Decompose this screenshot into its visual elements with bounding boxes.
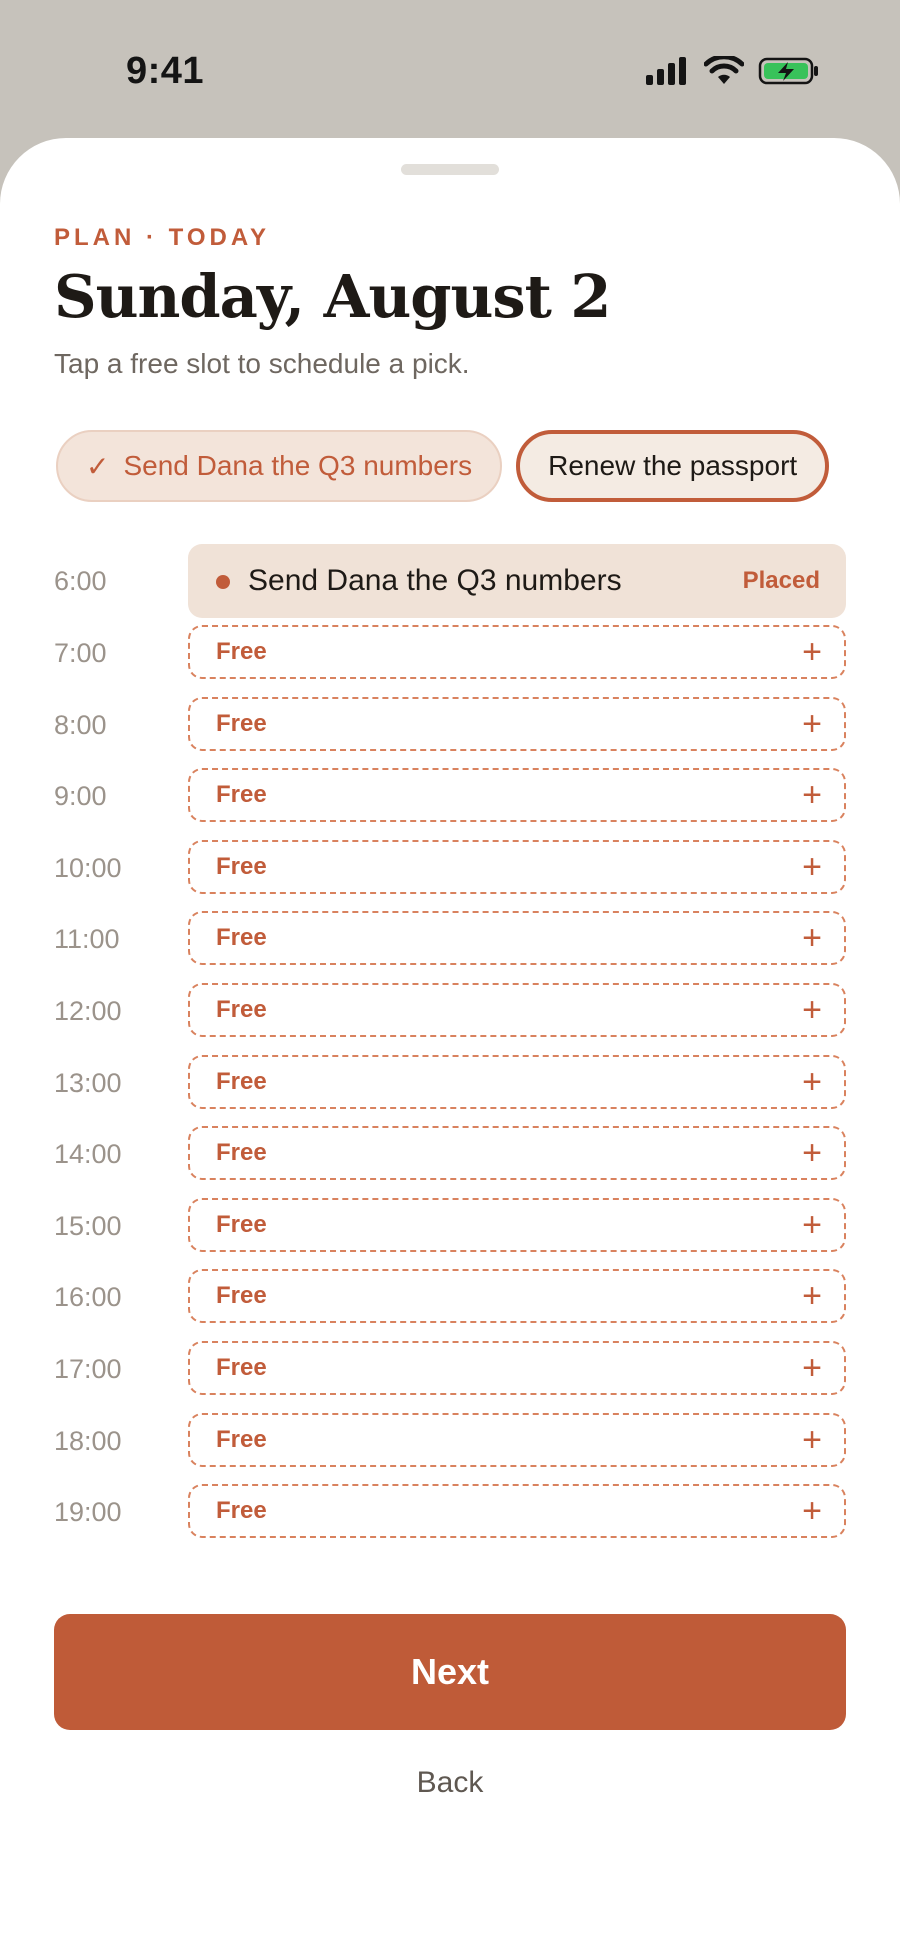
free-slot[interactable]: 10:00 Free +	[0, 839, 900, 896]
free-label: Free	[216, 1139, 267, 1167]
free-slot[interactable]: 17:00 Free +	[0, 1341, 900, 1397]
slot-hour: 7:00	[54, 638, 107, 668]
slot-hour: 6:00	[54, 566, 107, 596]
slot-hour: 10:00	[54, 852, 122, 883]
free-slot-box[interactable]: Free +	[188, 1054, 846, 1109]
sheet-grabber[interactable]	[401, 164, 499, 175]
free-label: Free	[216, 781, 267, 809]
plus-icon[interactable]: +	[802, 1128, 822, 1178]
plus-icon[interactable]: +	[802, 1200, 822, 1250]
free-slot-box[interactable]: Free +	[188, 1269, 846, 1324]
eyebrow-label: PLAN · TODAY	[54, 224, 271, 251]
free-slot-box[interactable]: Free +	[188, 696, 846, 751]
slot-hour: 11:00	[54, 924, 120, 955]
free-slot[interactable]: 9:00 Free +	[0, 768, 900, 824]
free-slot[interactable]: 12:00 Free +	[0, 983, 900, 1039]
free-slot-box[interactable]: Free +	[188, 983, 846, 1037]
pick-chip-label: Send Dana the Q3 numbers	[123, 450, 473, 481]
status-time: 9:41	[126, 50, 205, 92]
plus-icon[interactable]: +	[802, 1343, 822, 1393]
slot-hour: 12:00	[54, 996, 122, 1026]
slot-hour: 15:00	[54, 1210, 122, 1241]
plus-icon[interactable]: +	[802, 770, 822, 820]
placed-task-card[interactable]: Send Dana the Q3 numbers Placed	[188, 544, 846, 618]
free-label: Free	[216, 1282, 267, 1310]
free-label: Free	[216, 638, 267, 665]
picks-chip-strip[interactable]: ✓ Send Dana the Q3 numbers Renew the pas…	[56, 430, 846, 508]
page-subtitle: Tap a free slot to schedule a pick.	[54, 348, 470, 379]
slot-hour: 18:00	[54, 1425, 122, 1456]
wifi-icon	[704, 56, 744, 84]
free-label: Free	[216, 1210, 267, 1238]
plus-icon[interactable]: +	[802, 842, 822, 892]
free-label: Free	[216, 924, 267, 952]
slot-hour: 9:00	[54, 781, 107, 812]
free-slot[interactable]: 19:00 Free +	[0, 1484, 900, 1540]
plus-icon[interactable]: +	[802, 1271, 822, 1321]
free-slot-box[interactable]: Free +	[188, 1484, 846, 1539]
free-slot[interactable]: 7:00 Free +	[0, 625, 900, 681]
placed-slot[interactable]: 6:00 Send Dana the Q3 numbers Placed	[0, 544, 900, 618]
free-label: Free	[216, 852, 267, 880]
slot-hour: 19:00	[54, 1497, 122, 1528]
free-label: Free	[216, 1067, 267, 1095]
free-slot-box[interactable]: Free +	[188, 1126, 846, 1181]
plus-icon[interactable]: +	[802, 627, 822, 677]
plan-sheet: PLAN · TODAY Sunday, August 2 Tap a free…	[0, 138, 900, 1956]
free-slot-box[interactable]: Free +	[188, 911, 846, 966]
status-bar: 9:41	[0, 0, 900, 140]
plus-icon[interactable]: +	[802, 985, 822, 1035]
plus-icon[interactable]: +	[802, 1415, 822, 1465]
free-slot-box[interactable]: Free +	[188, 1341, 846, 1395]
placed-status-label: Placed	[742, 567, 820, 594]
pick-chip-done[interactable]: ✓ Send Dana the Q3 numbers	[56, 430, 503, 502]
back-button[interactable]: Back	[0, 1766, 900, 1800]
free-slot[interactable]: 14:00 Free +	[0, 1126, 900, 1182]
free-slot[interactable]: 13:00 Free +	[0, 1054, 900, 1111]
free-slot-box[interactable]: Free +	[188, 1412, 846, 1467]
plus-icon[interactable]: +	[802, 1486, 822, 1536]
free-slot[interactable]: 8:00 Free +	[0, 696, 900, 753]
battery-charging-icon	[758, 57, 818, 85]
free-slot[interactable]: 16:00 Free +	[0, 1269, 900, 1325]
slot-hour: 14:00	[54, 1139, 122, 1170]
plus-icon[interactable]: +	[802, 1057, 822, 1107]
slot-hour: 16:00	[54, 1282, 122, 1313]
plus-icon[interactable]: +	[802, 699, 822, 749]
slot-hour: 13:00	[54, 1067, 122, 1098]
free-slot[interactable]: 18:00 Free +	[0, 1412, 900, 1469]
check-icon: ✓	[86, 450, 110, 482]
slot-hour: 8:00	[54, 709, 107, 740]
page-title: Sunday, August 2	[54, 262, 611, 331]
free-slot-box[interactable]: Free +	[188, 1197, 846, 1252]
free-label: Free	[216, 1497, 267, 1525]
free-label: Free	[216, 1354, 267, 1381]
free-slot[interactable]: 15:00 Free +	[0, 1197, 900, 1254]
free-label: Free	[216, 709, 267, 737]
pick-chip-active[interactable]: Renew the passport	[516, 430, 830, 502]
status-icons	[644, 56, 820, 86]
placed-task-title: Send Dana the Q3 numbers	[248, 564, 622, 597]
free-label: Free	[216, 1425, 267, 1453]
plus-icon[interactable]: +	[802, 913, 822, 963]
free-slot-box[interactable]: Free +	[188, 839, 846, 894]
next-button[interactable]: Next	[54, 1614, 846, 1730]
free-label: Free	[216, 996, 267, 1023]
free-slot[interactable]: 11:00 Free +	[0, 911, 900, 967]
cellular-signal-icon	[646, 57, 686, 85]
task-dot-icon	[216, 575, 230, 589]
free-slot-box[interactable]: Free +	[188, 768, 846, 823]
free-slot-box[interactable]: Free +	[188, 625, 846, 679]
pick-chip-label: Renew the passport	[548, 450, 798, 481]
slot-hour: 17:00	[54, 1354, 122, 1384]
